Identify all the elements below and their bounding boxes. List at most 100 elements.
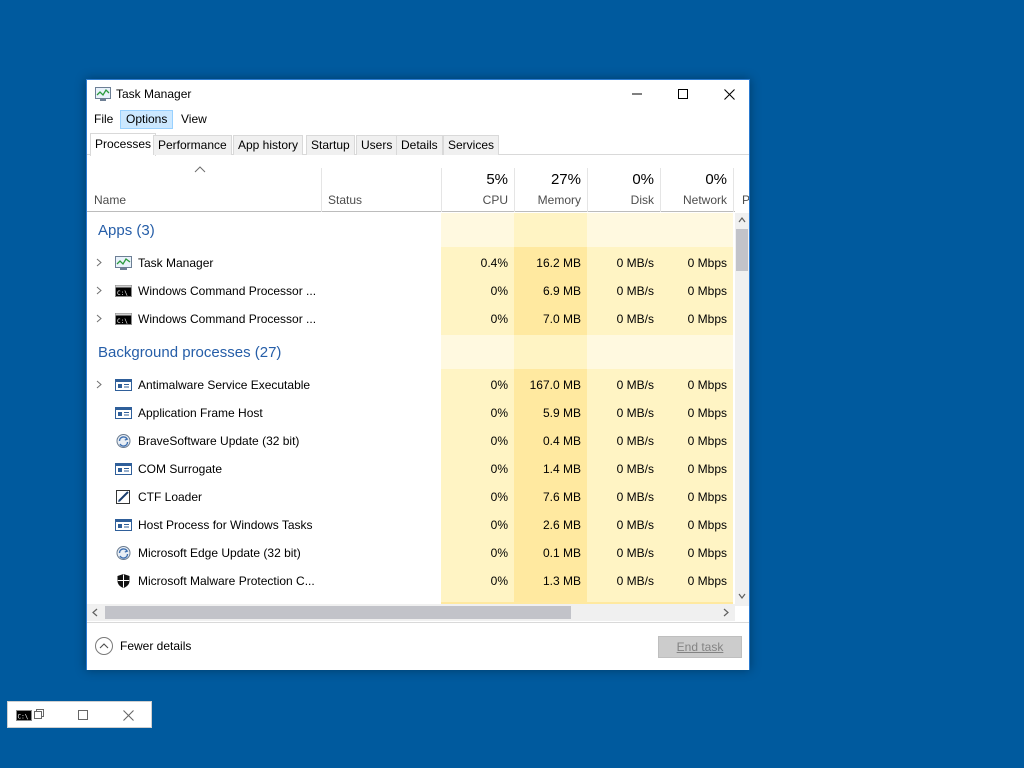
column-network[interactable]: Network bbox=[667, 193, 727, 207]
svg-text:C:\: C:\ bbox=[117, 318, 128, 325]
tab-performance[interactable]: Performance bbox=[153, 135, 232, 155]
column-memory[interactable]: Memory bbox=[521, 193, 581, 207]
horizontal-scroll-thumb[interactable] bbox=[105, 606, 571, 619]
cpu-value: 0% bbox=[490, 546, 508, 560]
table-row[interactable]: COM Surrogate 0% 1.4 MB 0 MB/s 0 Mbps bbox=[87, 455, 733, 483]
sort-ascending-icon[interactable] bbox=[194, 166, 206, 173]
scroll-right-icon[interactable] bbox=[723, 608, 729, 617]
table-row[interactable]: Host Process for Windows Tasks 0% 2.6 MB… bbox=[87, 511, 733, 539]
scroll-up-icon[interactable] bbox=[738, 217, 746, 223]
cpu-value: 0% bbox=[490, 490, 508, 504]
tab-app-history[interactable]: App history bbox=[233, 135, 304, 155]
process-name: Task Manager bbox=[138, 256, 214, 270]
table-row[interactable]: BraveSoftware Update (32 bit) 0% 0.4 MB … bbox=[87, 427, 733, 455]
chevron-right-icon[interactable] bbox=[96, 286, 102, 295]
menu-view[interactable]: View bbox=[176, 110, 212, 129]
column-separator[interactable] bbox=[321, 168, 322, 212]
column-cpu[interactable]: CPU bbox=[452, 193, 508, 207]
cmd-icon: C:\ bbox=[115, 313, 132, 325]
group-heat-band bbox=[441, 213, 733, 247]
column-separator[interactable] bbox=[514, 168, 515, 212]
table-row[interactable]: Antimalware Service Executable 0% 167.0 … bbox=[87, 371, 733, 399]
close-button[interactable] bbox=[706, 80, 752, 108]
scroll-left-icon[interactable] bbox=[92, 608, 98, 617]
table-row[interactable]: C:\ Windows Command Processor ... 0% 6.9… bbox=[87, 277, 733, 305]
tab-startup[interactable]: Startup bbox=[306, 135, 355, 155]
memory-total-percent[interactable]: 27% bbox=[521, 171, 581, 188]
group-background-processes[interactable]: Background processes (27) bbox=[98, 344, 281, 361]
minimized-cmd-window[interactable]: C:\ bbox=[7, 701, 152, 728]
restore-icon[interactable] bbox=[33, 708, 45, 720]
process-name: Antimalware Service Executable bbox=[138, 378, 311, 392]
tab-details[interactable]: Details bbox=[396, 135, 443, 155]
maximize-icon bbox=[678, 89, 688, 99]
vertical-scrollbar[interactable] bbox=[735, 213, 749, 606]
tab-processes[interactable]: Processes bbox=[90, 133, 157, 156]
svg-text:C:\: C:\ bbox=[18, 714, 29, 721]
memory-value: 0.1 MB bbox=[542, 546, 581, 560]
disk-value: 0 MB/s bbox=[616, 406, 654, 420]
chevron-right-icon[interactable] bbox=[96, 258, 102, 267]
column-disk[interactable]: Disk bbox=[594, 193, 654, 207]
column-status[interactable]: Status bbox=[328, 193, 362, 207]
fewer-details-link[interactable]: Fewer details bbox=[120, 639, 191, 653]
network-value: 0 Mbps bbox=[687, 462, 727, 476]
network-total-percent[interactable]: 0% bbox=[667, 171, 727, 188]
disk-value: 0 MB/s bbox=[616, 434, 654, 448]
group-apps[interactable]: Apps (3) bbox=[98, 222, 155, 239]
network-value: 0 Mbps bbox=[687, 574, 727, 588]
table-row[interactable]: Microsoft Edge Update (32 bit) 0% 0.1 MB… bbox=[87, 539, 733, 567]
disk-value: 0 MB/s bbox=[616, 490, 654, 504]
memory-value: 5.9 MB bbox=[542, 406, 581, 420]
table-row[interactable]: CTF Loader 0% 7.6 MB 0 MB/s 0 Mbps bbox=[87, 483, 733, 511]
process-name: Host Process for Windows Tasks bbox=[138, 518, 313, 532]
process-name: CTF Loader bbox=[138, 490, 203, 504]
footer: Fewer details End task bbox=[87, 622, 749, 670]
network-value: 0 Mbps bbox=[687, 518, 727, 532]
memory-value: 1.3 MB bbox=[542, 574, 581, 588]
disk-value: 0 MB/s bbox=[616, 518, 654, 532]
process-name: Application Frame Host bbox=[138, 406, 263, 420]
disk-total-percent[interactable]: 0% bbox=[594, 171, 654, 188]
maximize-icon[interactable] bbox=[78, 710, 88, 720]
tab-services[interactable]: Services bbox=[443, 135, 500, 155]
horizontal-scrollbar[interactable] bbox=[87, 604, 735, 621]
cpu-value: 0% bbox=[490, 518, 508, 532]
maximize-button[interactable] bbox=[660, 80, 706, 108]
fewer-details-button[interactable] bbox=[95, 637, 113, 655]
process-name: Windows Command Processor ... bbox=[138, 284, 317, 298]
close-icon[interactable] bbox=[123, 710, 134, 721]
scroll-down-icon[interactable] bbox=[738, 593, 746, 599]
minimize-button[interactable] bbox=[614, 80, 660, 108]
column-separator[interactable] bbox=[441, 168, 442, 212]
column-separator[interactable] bbox=[587, 168, 588, 212]
tab-users[interactable]: Users bbox=[356, 135, 398, 155]
cpu-value: 0% bbox=[490, 284, 508, 298]
table-row[interactable]: Microsoft Malware Protection C... 0% 1.3… bbox=[87, 567, 733, 595]
network-value: 0 Mbps bbox=[687, 284, 727, 298]
column-name[interactable]: Name bbox=[94, 193, 126, 207]
close-icon bbox=[723, 88, 735, 100]
chevron-right-icon[interactable] bbox=[96, 314, 102, 323]
end-task-button[interactable]: End task bbox=[658, 636, 742, 658]
memory-value: 6.9 MB bbox=[542, 284, 581, 298]
process-name: Microsoft Edge Update (32 bit) bbox=[138, 546, 301, 560]
service-window-icon bbox=[115, 379, 132, 391]
title-bar[interactable]: Task Manager bbox=[87, 80, 749, 108]
column-separator[interactable] bbox=[660, 168, 661, 212]
table-row[interactable]: Task Manager 0.4% 16.2 MB 0 MB/s 0 Mbps bbox=[87, 249, 733, 277]
menu-file[interactable]: File bbox=[89, 110, 118, 129]
column-power-partial[interactable]: P bbox=[742, 193, 749, 207]
vertical-scroll-thumb[interactable] bbox=[736, 229, 748, 271]
cpu-value: 0% bbox=[490, 378, 508, 392]
table-row[interactable]: Application Frame Host 0% 5.9 MB 0 MB/s … bbox=[87, 399, 733, 427]
chevron-right-icon[interactable] bbox=[96, 380, 102, 389]
cpu-value: 0% bbox=[490, 574, 508, 588]
table-row[interactable]: C:\ Windows Command Processor ... 0% 7.0… bbox=[87, 305, 733, 333]
process-table: Name Status 5% CPU 27% Memory 0% Disk 0%… bbox=[87, 156, 749, 606]
column-separator[interactable] bbox=[733, 168, 734, 212]
tab-strip: Processes Performance App history Startu… bbox=[87, 133, 749, 156]
menu-options[interactable]: Options bbox=[120, 110, 174, 129]
process-name: COM Surrogate bbox=[138, 462, 223, 476]
cpu-total-percent[interactable]: 5% bbox=[452, 171, 508, 188]
